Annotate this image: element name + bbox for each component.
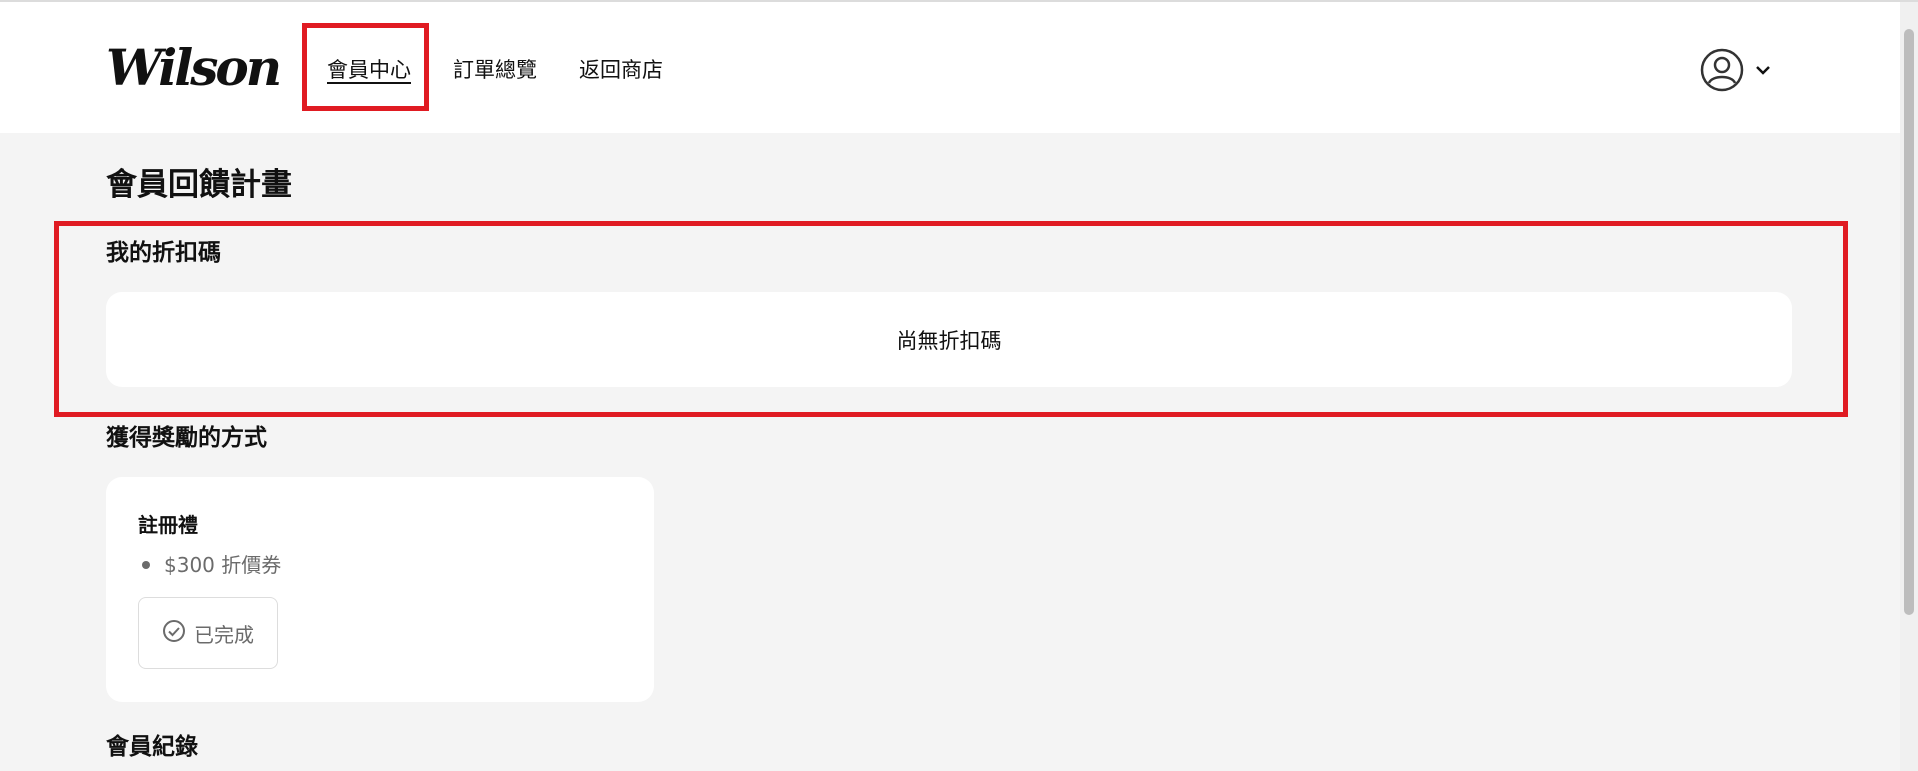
wilson-logo[interactable]: Wilson bbox=[106, 40, 282, 96]
status-badge-completed: 已完成 bbox=[138, 597, 278, 669]
coupons-title: 我的折扣碼 bbox=[106, 240, 221, 266]
reward-card-signup: 註冊禮 $300 折價券 已完成 bbox=[106, 477, 654, 702]
scrollbar-thumb[interactable] bbox=[1904, 29, 1914, 615]
coupon-empty-text: 尚無折扣碼 bbox=[896, 328, 1002, 353]
check-circle-icon bbox=[162, 619, 186, 648]
account-menu[interactable] bbox=[1700, 48, 1776, 92]
reward-bullet-text: $300 折價券 bbox=[164, 553, 282, 577]
status-text: 已完成 bbox=[194, 622, 254, 647]
reward-bullet: $300 折價券 bbox=[138, 551, 281, 579]
nav-back-to-store[interactable]: 返回商店 bbox=[579, 56, 663, 84]
user-avatar-icon bbox=[1700, 48, 1744, 92]
member-records-title: 會員紀錄 bbox=[106, 734, 198, 760]
coupon-card: 尚無折扣碼 bbox=[106, 292, 1792, 387]
chevron-down-icon bbox=[1756, 65, 1770, 75]
site-header: Wilson 會員中心 訂單總覽 返回商店 bbox=[0, 2, 1900, 133]
scrollbar[interactable] bbox=[1900, 2, 1918, 771]
nav-member-center[interactable]: 會員中心 bbox=[327, 56, 411, 84]
earn-rewards-title: 獲得獎勵的方式 bbox=[106, 425, 267, 451]
page-title: 會員回饋計畫 bbox=[106, 167, 292, 203]
reward-title: 註冊禮 bbox=[138, 513, 198, 537]
nav-order-overview[interactable]: 訂單總覽 bbox=[453, 56, 537, 84]
bullet-dot bbox=[142, 561, 150, 569]
